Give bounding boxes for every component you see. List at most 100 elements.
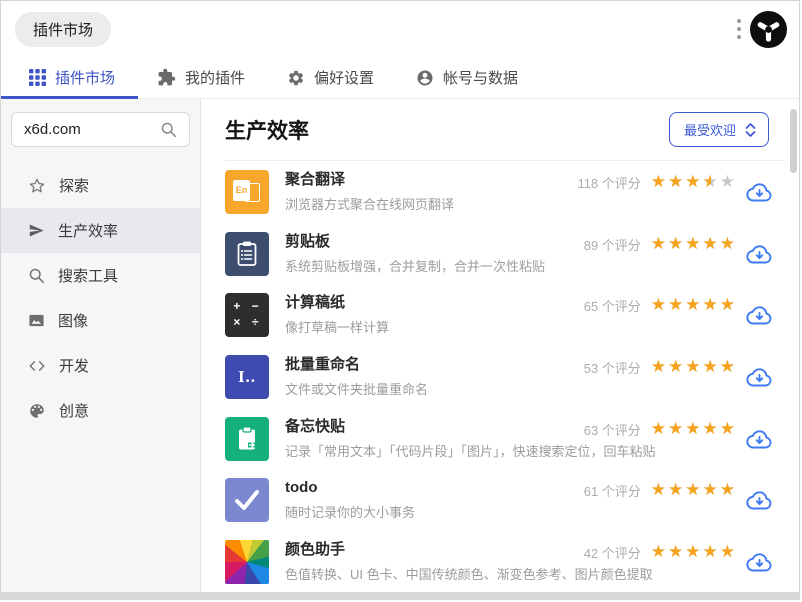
cloud-download-icon xyxy=(746,429,772,449)
plugin-name: 聚合翻译 xyxy=(285,170,346,188)
rating-stars: ★★★★★★★★★★ xyxy=(650,480,737,501)
plugin-desc: 像打草稿一样计算 xyxy=(285,320,390,336)
ratings-count: 118 个评分 xyxy=(577,176,641,191)
tab-plugin-market[interactable]: 插件市场 xyxy=(29,67,115,88)
sidebar-item-creative[interactable]: 创意 xyxy=(1,388,200,433)
plugin-name: 计算稿纸 xyxy=(285,294,346,312)
sidebar: 探索 生产效率 搜索工具 图像 xyxy=(1,99,201,592)
grid-icon xyxy=(29,69,46,86)
ratings-count: 89 个评分 xyxy=(583,237,641,253)
page-title: 生产效率 xyxy=(225,119,309,143)
cloud-download-icon xyxy=(746,553,772,572)
plugin-name: 剪贴板 xyxy=(285,232,331,250)
cloud-download-icon xyxy=(746,368,772,387)
sidebar-item-search-tools[interactable]: 搜索工具 xyxy=(1,253,200,298)
sidebar-item-label: 探索 xyxy=(59,178,90,195)
sort-label: 最受欢迎 xyxy=(683,123,736,138)
download-button[interactable] xyxy=(746,181,773,202)
send-icon xyxy=(29,224,44,237)
plugin-desc: 随时记录你的大小事务 xyxy=(285,505,416,521)
rename-tile-icon: I.. xyxy=(225,354,269,399)
plugin-desc: 色值转换、UI 色卡、中国传统颜色、渐变色参考、图片颜色提取 xyxy=(285,566,653,582)
sidebar-item-label: 搜索工具 xyxy=(58,268,119,285)
user-icon xyxy=(417,70,433,85)
cloud-download-icon xyxy=(746,244,772,263)
plugin-row-clipboard[interactable]: 剪贴板 系统剪贴板增强，合并复制，合并一次性粘贴 89 个评分 ★★★★★ ★★★… xyxy=(225,223,799,285)
palette-icon xyxy=(30,403,44,418)
image-icon xyxy=(29,314,44,327)
plugin-row-todo[interactable]: todo 随时记录你的大小事务 61 个评分 ★★★★★ ★★★★★ xyxy=(225,469,799,531)
tab-bar: 插件市场 我的插件 偏好设置 帐号与数据 xyxy=(1,57,799,99)
plugin-desc: 文件或文件夹批量重命名 xyxy=(285,381,429,397)
plugin-row-batch-rename[interactable]: I.. 批量重命名 文件或文件夹批量重命名 53 个评分 ★★★★★ ★★★★★ xyxy=(225,346,799,408)
tab-preferences[interactable]: 偏好设置 xyxy=(287,67,374,88)
sidebar-item-explore[interactable]: 探索 xyxy=(1,163,200,208)
active-tab-underline xyxy=(1,96,138,99)
ratings-count: 63 个评分 xyxy=(583,422,641,438)
tab-my-plugins[interactable]: 我的插件 xyxy=(157,67,245,88)
memo-tile-icon xyxy=(225,416,269,461)
download-button[interactable] xyxy=(746,490,773,511)
sidebar-item-images[interactable]: 图像 xyxy=(1,298,200,343)
tab-account-data[interactable]: 帐号与数据 xyxy=(416,67,518,88)
code-icon xyxy=(29,360,45,371)
plugin-row-color-helper[interactable]: 颜色助手 色值转换、UI 色卡、中国传统颜色、渐变色参考、图片颜色提取 42 个… xyxy=(225,531,799,593)
app-window: 插件市场 插件市场 我的插件 偏好设置 帐号与数据 x6d.com 探索 生产效… xyxy=(0,0,800,600)
app-logo-icon xyxy=(750,10,787,48)
rating-stars: ★★★★★★★★★★ xyxy=(650,295,737,316)
kebab-menu-icon[interactable] xyxy=(733,13,745,45)
tab-label: 我的插件 xyxy=(185,70,246,87)
rating-stars: ★★★★★★★★★★ xyxy=(650,418,737,439)
rating-stars: ★★★★★★★★★★ xyxy=(650,357,737,378)
plugin-row-memo[interactable]: 备忘快贴 记录「常用文本」「代码片段」「图片」，快速搜索定位，回车粘贴 63 个… xyxy=(225,408,799,470)
download-button[interactable] xyxy=(746,305,773,326)
star-icon xyxy=(29,178,45,192)
plugin-desc: 浏览器方式聚合在线网页翻译 xyxy=(285,196,455,212)
plugin-name: todo xyxy=(285,479,318,497)
download-button[interactable] xyxy=(746,428,773,449)
titlebar: 插件市场 xyxy=(1,1,799,57)
window-bottom-edge xyxy=(1,592,799,599)
plugin-row-calculator[interactable]: + − × ÷ 计算稿纸 像打草稿一样计算 65 个评分 ★★★★★ ★★★★★ xyxy=(225,284,799,346)
cloud-download-icon xyxy=(746,183,772,202)
translate-tile-icon: En xyxy=(225,169,269,214)
calculator-tile-icon: + − × ÷ xyxy=(225,293,269,338)
scrollbar-thumb[interactable] xyxy=(790,109,797,173)
sidebar-item-label: 图像 xyxy=(58,313,89,330)
chevron-up-down-icon xyxy=(745,122,756,137)
sidebar-item-productivity[interactable]: 生产效率 xyxy=(1,208,200,253)
ratings-count: 53 个评分 xyxy=(583,361,641,377)
cloud-download-icon xyxy=(746,491,772,510)
gear-icon xyxy=(289,70,304,85)
sidebar-item-label: 创意 xyxy=(59,403,90,420)
download-button[interactable] xyxy=(746,243,773,264)
search-box[interactable] xyxy=(11,112,190,147)
search-icon xyxy=(161,122,177,138)
rating-stars: ★★★★★★★★★★ xyxy=(650,542,737,563)
sidebar-item-label: 生产效率 xyxy=(58,223,119,240)
rating-stars: ★★★★★★★★★★ xyxy=(650,172,737,192)
tab-label: 帐号与数据 xyxy=(443,70,519,87)
plugin-row-translate[interactable]: En 聚合翻译 浏览器方式聚合在线网页翻译 118 个评分 ★★★★★★★★★★ xyxy=(225,161,799,223)
sort-dropdown[interactable]: 最受欢迎 xyxy=(668,112,769,147)
tab-label: 插件市场 xyxy=(55,70,116,87)
cloud-download-icon xyxy=(746,306,772,325)
download-button[interactable] xyxy=(746,366,773,387)
sidebar-item-develop[interactable]: 开发 xyxy=(1,343,200,388)
ratings-count: 42 个评分 xyxy=(583,546,641,562)
plugin-desc: 系统剪贴板增强，合并复制，合并一次性粘贴 xyxy=(285,258,546,274)
plugin-name: 批量重命名 xyxy=(285,355,361,373)
scrollbar-track[interactable] xyxy=(789,102,797,590)
ratings-count: 61 个评分 xyxy=(583,484,641,500)
puzzle-icon xyxy=(158,68,176,86)
clipboard-tile-icon xyxy=(225,231,269,276)
search-input[interactable] xyxy=(24,121,160,138)
search-icon xyxy=(29,268,45,284)
plugin-desc: 记录「常用文本」「代码片段」「图片」，快速搜索定位，回车粘贴 xyxy=(285,443,656,459)
tab-label: 偏好设置 xyxy=(314,70,375,87)
app-title-badge: 插件市场 xyxy=(15,11,112,47)
download-button[interactable] xyxy=(746,551,773,572)
main-content: 生产效率 最受欢迎 En 聚合翻译 浏览器方式聚合在线网页翻译 118 个评分 … xyxy=(201,99,799,592)
rating-stars: ★★★★★★★★★★ xyxy=(650,233,737,254)
ratings-count: 65 个评分 xyxy=(583,299,641,315)
